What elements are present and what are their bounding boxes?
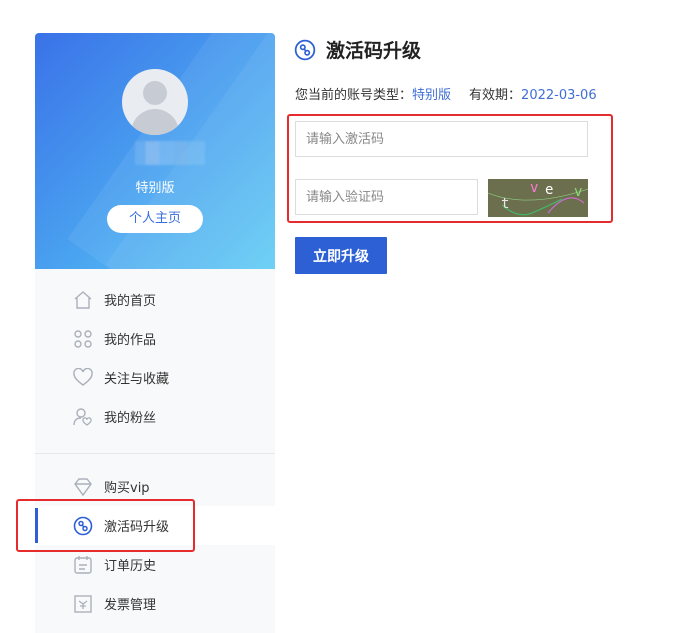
heart-icon <box>73 368 93 386</box>
diamond-icon <box>74 478 92 497</box>
captcha-char: v <box>574 184 583 200</box>
sidebar-item-label: 购买vip <box>104 481 150 496</box>
captcha-char: e <box>545 182 554 198</box>
sidebar-item-label: 我的首页 <box>104 294 157 309</box>
sidebar-item-invoice[interactable]: 发票管理 <box>35 584 275 623</box>
sidebar-item-home[interactable]: 我的首页 <box>35 280 275 319</box>
calendar-list-icon <box>74 556 92 574</box>
account-type-label: 您当前的账号类型： <box>295 88 413 103</box>
page-title: 激活码升级 <box>294 36 421 63</box>
captcha-image[interactable]: t v e v <box>488 179 588 217</box>
account-level-label: 特别版 <box>135 181 175 196</box>
account-type-value: 特别版 <box>412 88 452 103</box>
sidebar-item-activation-upgrade[interactable]: 激活码升级 <box>35 506 275 545</box>
activation-code-input[interactable] <box>295 121 588 157</box>
captcha-char: t <box>501 196 510 212</box>
activation-icon <box>294 39 316 60</box>
page-title-text: 激活码升级 <box>326 40 422 62</box>
captcha-char: v <box>530 180 539 196</box>
sidebar-item-label: 订单历史 <box>104 559 157 574</box>
menu-divider <box>35 453 275 454</box>
upgrade-now-button[interactable]: 立即升级 <box>295 237 387 274</box>
validity-label: 有效期： <box>469 88 522 103</box>
blurred-username <box>135 141 205 165</box>
sidebar-item-fans[interactable]: 我的粉丝 <box>35 397 275 436</box>
validity-value: 2022-03-06 <box>521 88 597 103</box>
sidebar-item-label: 发票管理 <box>104 598 157 613</box>
sidebar-item-works[interactable]: 我的作品 <box>35 319 275 358</box>
home-icon <box>74 291 92 309</box>
sidebar-item-label: 关注与收藏 <box>104 372 170 387</box>
sidebar-item-favorites[interactable]: 关注与收藏 <box>35 358 275 397</box>
personal-home-button[interactable]: 个人主页 <box>107 205 203 233</box>
captcha-input[interactable] <box>295 179 478 215</box>
sidebar-item-label: 我的作品 <box>104 333 157 348</box>
profile-card: 特别版 个人主页 <box>35 33 275 269</box>
sidebar-item-order-history[interactable]: 订单历史 <box>35 545 275 584</box>
user-heart-icon <box>73 408 92 426</box>
sidebar-item-label: 激活码升级 <box>104 520 170 535</box>
invoice-icon <box>74 595 92 613</box>
sidebar-item-label: 我的粉丝 <box>104 411 157 426</box>
avatar[interactable] <box>122 69 188 135</box>
grid-icon <box>74 330 92 348</box>
activation-icon <box>73 516 93 536</box>
sidebar-menu: 我的首页 我的作品 关注与收藏 我的粉丝 购买vip 激活码升级 订单历史 发票… <box>35 269 275 623</box>
sidebar: 特别版 个人主页 我的首页 我的作品 关注与收藏 我的粉丝 购买vip 激活码升… <box>35 33 275 633</box>
sidebar-item-buy-vip[interactable]: 购买vip <box>35 467 275 506</box>
account-info: 您当前的账号类型：特别版 有效期：2022-03-06 <box>295 84 597 103</box>
